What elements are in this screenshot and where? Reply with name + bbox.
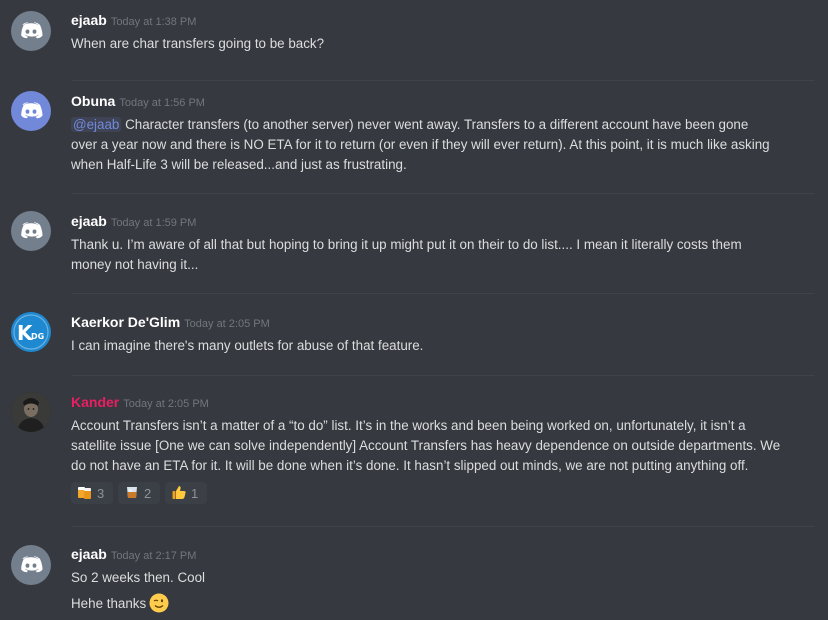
message-4: K DG Kaerkor De'Glim Today at 2:05 PM I c…	[0, 300, 828, 375]
thumbs-up-icon	[171, 484, 187, 503]
reaction-count: 3	[97, 485, 105, 501]
message-1: ejaab Today at 1:38 PM When are char tran…	[0, 0, 828, 80]
discord-logo-blurple-icon[interactable]	[11, 91, 51, 131]
winking-face-icon	[149, 593, 169, 613]
message-line: When are char transfers going to be back…	[71, 36, 325, 51]
message-text: Hehe thanks	[71, 596, 147, 611]
reaction-beer[interactable]: 3	[71, 482, 113, 504]
kdg-avatar-icon[interactable]: K DG	[11, 312, 51, 352]
reaction-count: 2	[144, 485, 152, 501]
reaction-thumbs-up[interactable]: 1	[165, 482, 207, 504]
message-text: Character transfers (to another server) …	[121, 117, 749, 132]
tumbler-glass-icon	[124, 484, 140, 503]
divider	[72, 193, 814, 194]
username[interactable]: ejaab	[71, 12, 107, 28]
message-line: Thank u. I’m aware of all that but hopin…	[71, 237, 742, 252]
timestamp: Today at 1:59 PM	[110, 217, 197, 229]
message-line: I can imagine there's many outlets for a…	[71, 338, 424, 353]
message-line: Account Transfers isn’t a matter of a “t…	[71, 418, 746, 433]
discord-logo-grey-icon[interactable]	[11, 545, 51, 585]
beer-mugs-icon	[77, 484, 93, 503]
message-line: do not have an ETA for it. It will be do…	[71, 458, 749, 473]
username[interactable]: Kander	[71, 394, 119, 410]
message-2: Obuna Today at 1:56 PM @ejaab Character t…	[0, 80, 828, 192]
timestamp: Today at 1:56 PM	[119, 97, 205, 109]
timestamp: Today at 1:38 PM	[110, 16, 197, 28]
message-line: over a year now and there is NO ETA for …	[71, 137, 770, 152]
message-line: when Half-Life 3 will be released...and …	[71, 157, 407, 172]
username[interactable]: ejaab	[71, 213, 107, 229]
message-5: Kander Today at 2:05 PM Account Transfers…	[0, 380, 828, 526]
message-line: satellite issue [One we can solve indepe…	[71, 438, 781, 453]
message-line: @ejaab Character transfers (to another s…	[71, 117, 748, 132]
message-3: ejaab Today at 1:59 PM Thank u. I’m aware…	[0, 200, 828, 293]
discord-logo-grey-icon[interactable]	[11, 211, 51, 251]
message-line: Hehe thanks	[71, 593, 169, 613]
message-header: Kander Today at 2:05 PM	[71, 394, 209, 412]
username[interactable]: Kaerkor De'Glim	[71, 314, 180, 330]
message-line: money not having it...	[71, 257, 199, 272]
message-header: Obuna Today at 1:56 PM	[71, 93, 205, 111]
kdg-avatar-dg: DG	[31, 332, 44, 341]
reaction-tumbler[interactable]: 2	[118, 482, 160, 504]
timestamp: Today at 2:17 PM	[110, 550, 197, 562]
message-header: ejaab Today at 2:17 PM	[71, 546, 196, 564]
username[interactable]: ejaab	[71, 546, 107, 562]
message-header: ejaab Today at 1:38 PM	[71, 12, 196, 30]
message-6: ejaab Today at 2:17 PM So 2 weeks then. C…	[0, 533, 828, 620]
divider	[72, 293, 814, 294]
dark-portrait-avatar-icon[interactable]	[11, 392, 51, 432]
divider	[72, 526, 814, 527]
user-mention[interactable]: @ejaab	[71, 117, 122, 132]
timestamp: Today at 2:05 PM	[123, 398, 209, 410]
message-header: ejaab Today at 1:59 PM	[71, 213, 196, 231]
reaction-count: 1	[191, 485, 199, 501]
message-header: Kaerkor De'Glim Today at 2:05 PM	[71, 314, 270, 332]
username[interactable]: Obuna	[71, 93, 115, 109]
discord-logo-grey-icon[interactable]	[11, 11, 51, 51]
message-line: So 2 weeks then. Cool	[71, 570, 205, 585]
divider	[72, 375, 814, 376]
timestamp: Today at 2:05 PM	[184, 318, 270, 330]
